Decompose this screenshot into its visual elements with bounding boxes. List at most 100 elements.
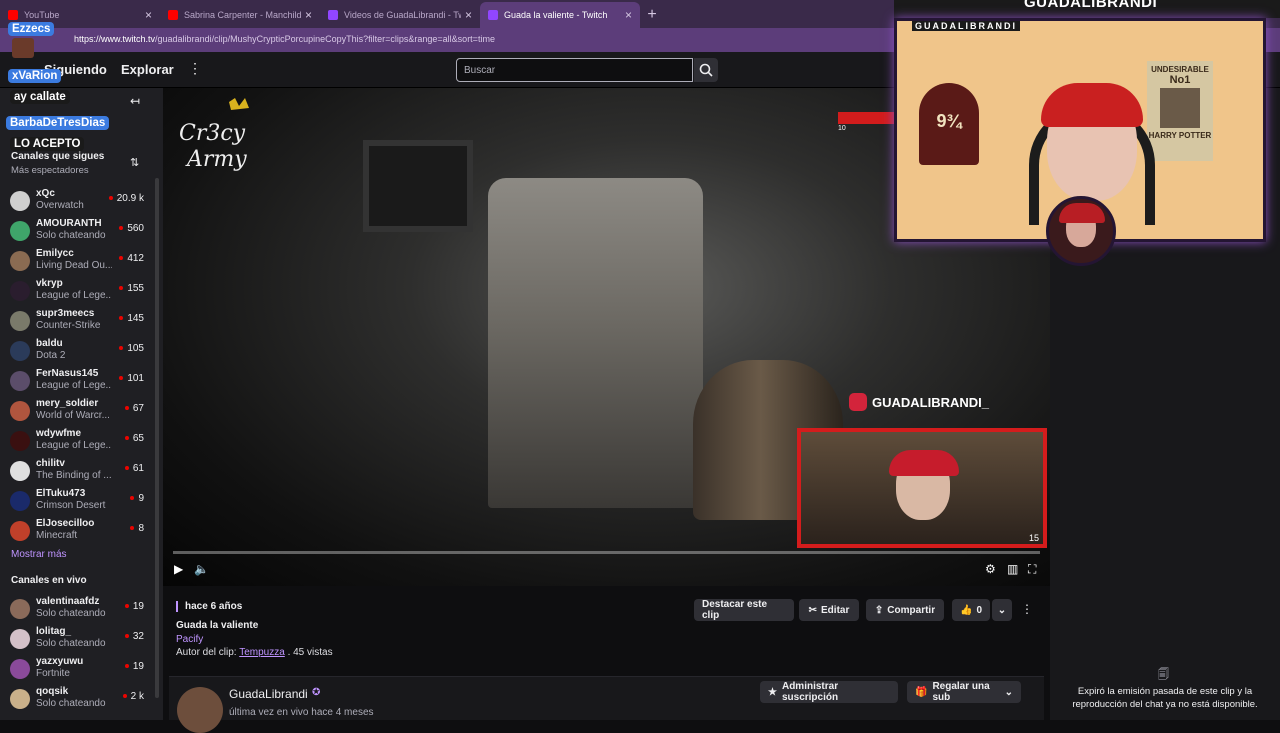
- twitch-icon: [328, 10, 338, 20]
- channel-category: League of Lege...: [36, 440, 112, 451]
- sidebar-channel-item[interactable]: valentinaafdz Solo chateando 19: [10, 596, 148, 624]
- channel-category: Solo chateando: [36, 608, 106, 619]
- clip-author-link[interactable]: Tempuzza: [239, 647, 285, 658]
- platform-sign: 9¾: [919, 83, 979, 165]
- close-icon[interactable]: ×: [305, 8, 312, 22]
- viewer-count: 32: [125, 631, 144, 642]
- overlay-chat-user: BarbaDeTresDias: [6, 116, 110, 130]
- nav-explore[interactable]: Explorar: [121, 62, 174, 77]
- sidebar-scrollbar[interactable]: [155, 178, 159, 698]
- close-icon[interactable]: ×: [145, 8, 152, 22]
- avatar: [10, 491, 30, 511]
- channel-name: vkryp: [36, 278, 63, 289]
- browser-tab[interactable]: Videos de GuadaLibrandi - Twitch ×: [320, 2, 480, 28]
- channel-name: mery_soldier: [36, 398, 99, 409]
- channel-name: chilitv: [36, 458, 65, 469]
- overlay-chat-user: Ezzecs: [8, 22, 55, 36]
- channel-name: valentinaafdz: [36, 596, 100, 607]
- scene-furnace: [488, 178, 703, 508]
- avatar: [10, 251, 30, 271]
- sidebar-channel-item[interactable]: FerNasus145 League of Lege... 101: [10, 368, 148, 396]
- avatar: [10, 599, 30, 619]
- more-options-icon[interactable]: ⋮: [1021, 602, 1033, 616]
- clip-game-link[interactable]: Pacify: [176, 634, 203, 645]
- avatar: [10, 659, 30, 679]
- viewer-count: 8: [130, 523, 144, 534]
- close-icon[interactable]: ×: [625, 8, 632, 22]
- channel-name: yazxyuwu: [36, 656, 84, 667]
- channel-name: xQc: [36, 188, 55, 199]
- channel-name[interactable]: GuadaLibrandi: [229, 687, 308, 701]
- sidebar-channel-item[interactable]: baldu Dota 2 105: [10, 338, 148, 366]
- fullscreen-icon[interactable]: ⛶: [1028, 562, 1036, 577]
- manage-subscription-button[interactable]: ★ Administrar suscripción: [760, 681, 898, 703]
- star-icon: ★: [768, 686, 777, 698]
- video-progress-bar[interactable]: [173, 551, 1040, 554]
- share-button[interactable]: ⇪ Compartir: [866, 599, 944, 621]
- collapse-sidebar-icon[interactable]: ↤: [130, 94, 140, 108]
- more-options-icon[interactable]: ⋮: [188, 60, 202, 77]
- scissors-icon: ✂: [808, 604, 818, 616]
- channel-category: Counter-Strike: [36, 320, 101, 331]
- channel-name: ElTuku473: [36, 488, 86, 499]
- browser-tab-active[interactable]: Guada la valiente - Twitch ×: [480, 2, 640, 28]
- avatar: [10, 281, 30, 301]
- avatar: [10, 629, 30, 649]
- overlay-bar: [838, 112, 898, 124]
- viewer-count: 61: [125, 463, 144, 474]
- sidebar-channel-item[interactable]: ElTuku473 Crimson Desert 9: [10, 488, 148, 516]
- search-input[interactable]: Buscar: [456, 58, 693, 82]
- chevron-down-icon[interactable]: ⌄: [992, 599, 1012, 621]
- browser-tab[interactable]: Sabrina Carpenter - Manchild (Offi ×: [160, 2, 320, 28]
- channel-name: FerNasus145: [36, 368, 99, 379]
- sidebar-channel-item[interactable]: mery_soldier World of Warcr... 67: [10, 398, 148, 426]
- close-icon[interactable]: ×: [465, 8, 472, 22]
- viewer-count: 412: [119, 253, 144, 264]
- sort-icon[interactable]: ⇅: [130, 156, 139, 169]
- viewer-count: 65: [125, 433, 144, 444]
- sidebar-channel-item[interactable]: lolitag_ Solo chateando 32: [10, 626, 148, 654]
- channel-bar: GuadaLibrandi ✪ última vez en vivo hace …: [169, 676, 1044, 733]
- viewer-count: 20.9 k: [109, 193, 144, 204]
- gift-sub-button[interactable]: 🎁 Regalar una sub ⌄: [907, 681, 1021, 703]
- sidebar-channel-item[interactable]: Emilycc Living Dead Ou... 412: [10, 248, 148, 276]
- sidebar-channel-item[interactable]: xQc Overwatch 20.9 k: [10, 188, 148, 216]
- url-text[interactable]: https://www.twitch.tv/guadalibrandi/clip…: [74, 34, 495, 44]
- sidebar-channel-item[interactable]: qoqsik Solo chateando 2 k: [10, 686, 148, 714]
- channel-category: League of Lege...: [36, 290, 112, 301]
- sidebar-channel-item[interactable]: ElJosecilloo Minecraft 8: [10, 518, 148, 546]
- like-button[interactable]: 👍 0: [952, 599, 990, 621]
- webcam-label: GUADALIBRANDI: [912, 21, 1020, 31]
- webcam-title: GUADALIBRANDI: [1024, 0, 1158, 11]
- avatar: [1046, 196, 1116, 266]
- play-icon[interactable]: ▶: [174, 562, 183, 576]
- new-tab-button[interactable]: +: [640, 2, 664, 28]
- channel-category: Overwatch: [36, 200, 84, 211]
- edit-button[interactable]: ✂ Editar: [799, 599, 859, 621]
- viewer-count: 155: [119, 283, 144, 294]
- avatar: [10, 191, 30, 211]
- sidebar-channel-item[interactable]: vkryp League of Lege... 155: [10, 278, 148, 306]
- verified-icon: ✪: [312, 687, 321, 698]
- search-button[interactable]: [694, 58, 718, 82]
- followed-channels-heading: Canales que sigues: [11, 151, 105, 162]
- avatar: [10, 461, 30, 481]
- channel-category: Solo chateando: [36, 638, 106, 649]
- sidebar-channel-item[interactable]: chilitv The Binding of ... 61: [10, 458, 148, 486]
- thumbs-up-icon: 👍: [960, 604, 973, 616]
- youtube-icon: [168, 10, 178, 20]
- sidebar-channel-item[interactable]: yazxyuwu Fortnite 19: [10, 656, 148, 684]
- viewer-count: 560: [119, 223, 144, 234]
- show-more-link[interactable]: Mostrar más: [11, 549, 67, 560]
- sidebar-channel-item[interactable]: supr3meecs Counter-Strike 145: [10, 308, 148, 336]
- highlight-clip-button[interactable]: Destacar este clip: [694, 599, 794, 621]
- theatre-mode-icon[interactable]: ▥: [1007, 562, 1018, 576]
- channel-name: wdywfme: [36, 428, 82, 439]
- sidebar-channel-item[interactable]: AMOURANTH Solo chateando 560: [10, 218, 148, 246]
- sidebar-channel-item[interactable]: wdywfme League of Lege... 65: [10, 428, 148, 456]
- channel-category: Living Dead Ou...: [36, 260, 112, 271]
- channel-avatar[interactable]: [177, 687, 223, 733]
- avatar: [10, 311, 30, 331]
- settings-icon[interactable]: ⚙: [985, 562, 996, 576]
- volume-icon[interactable]: 🔈: [194, 562, 209, 576]
